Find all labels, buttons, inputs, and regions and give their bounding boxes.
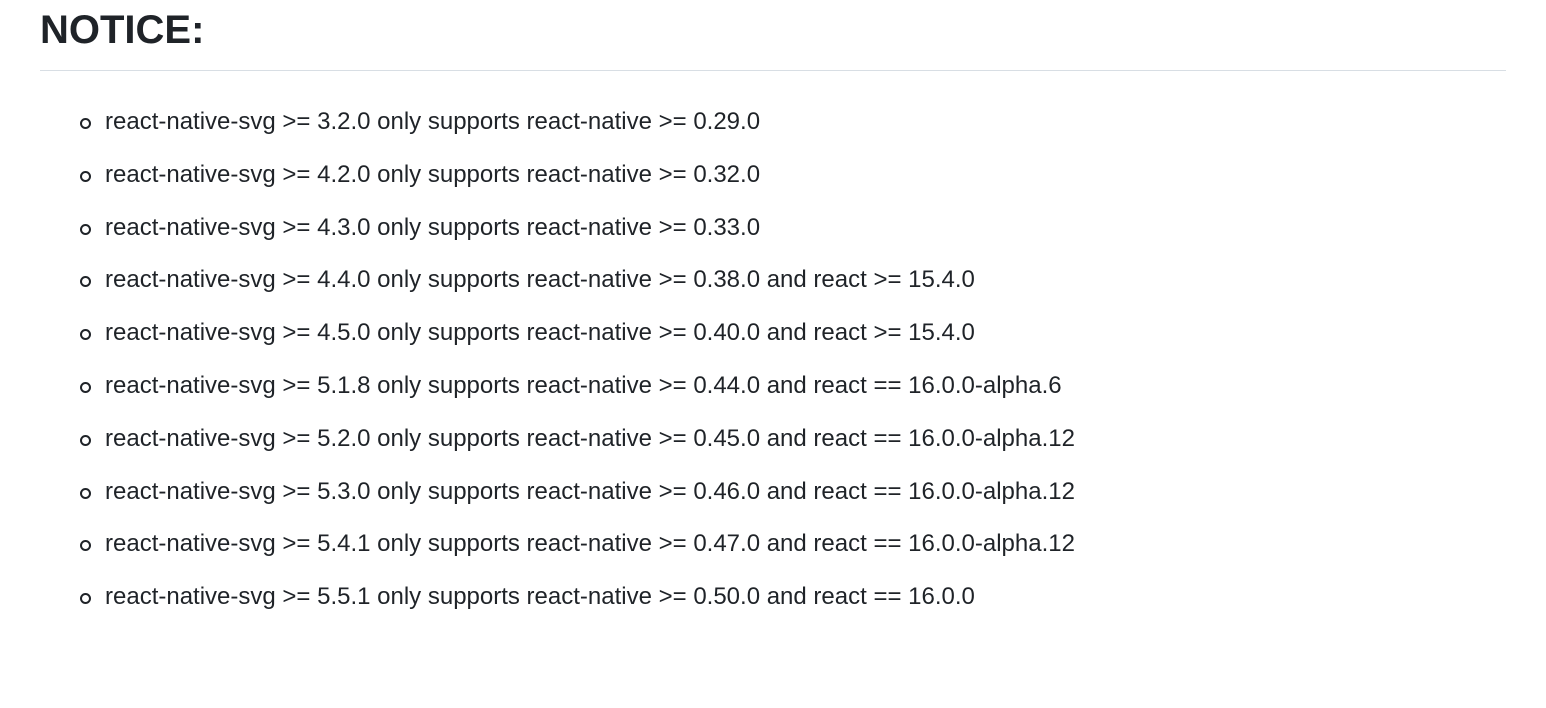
list-item: react-native-svg >= 4.4.0 only supports … (80, 254, 1506, 307)
list-item: react-native-svg >= 3.2.0 only supports … (80, 96, 1506, 149)
list-item: react-native-svg >= 5.3.0 only supports … (80, 466, 1506, 519)
compatibility-list: react-native-svg >= 3.2.0 only supports … (40, 96, 1506, 624)
list-item: react-native-svg >= 4.5.0 only supports … (80, 307, 1506, 360)
list-item: react-native-svg >= 5.2.0 only supports … (80, 413, 1506, 466)
notice-heading: NOTICE: (40, 0, 1506, 71)
list-item: react-native-svg >= 5.1.8 only supports … (80, 360, 1506, 413)
list-item: react-native-svg >= 4.2.0 only supports … (80, 149, 1506, 202)
list-item: react-native-svg >= 4.3.0 only supports … (80, 202, 1506, 255)
list-item: react-native-svg >= 5.5.1 only supports … (80, 571, 1506, 624)
list-item: react-native-svg >= 5.4.1 only supports … (80, 518, 1506, 571)
